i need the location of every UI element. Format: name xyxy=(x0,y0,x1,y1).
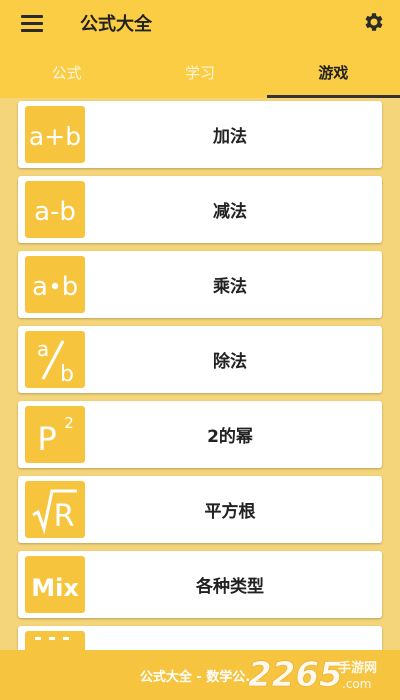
list-item-square-root[interactable]: R 平方根 xyxy=(18,476,382,543)
addition-icon: a+b xyxy=(25,106,85,163)
list-item-label: 乘法 xyxy=(213,277,247,297)
svg-text:.com: .com xyxy=(342,677,371,691)
power-icon: P 2 xyxy=(25,406,85,463)
tab-formulas[interactable]: 公式 xyxy=(0,46,133,98)
svg-text:a+b: a+b xyxy=(29,122,81,151)
watermark-logo: 2265 手游网 .com xyxy=(248,655,377,696)
tab-games[interactable]: 游戏 xyxy=(266,46,400,98)
svg-text:b: b xyxy=(60,362,74,387)
division-icon: a b xyxy=(25,331,85,388)
subtraction-icon: a-b xyxy=(25,181,85,238)
list-item-partial[interactable] xyxy=(18,626,382,650)
gear-icon[interactable] xyxy=(362,10,386,34)
svg-text:a: a xyxy=(37,337,49,361)
svg-text:R: R xyxy=(54,499,75,534)
square-root-icon: R xyxy=(25,481,85,538)
svg-text:Mix: Mix xyxy=(31,574,79,602)
menu-icon[interactable] xyxy=(10,0,54,46)
list-item-addition[interactable]: a+b 加法 xyxy=(18,101,382,168)
svg-text:a: a xyxy=(32,272,48,302)
list-item-multiplication[interactable]: a b 乘法 xyxy=(18,251,382,318)
list-item-label: 平方根 xyxy=(204,502,256,522)
list-item-label: 减法 xyxy=(213,202,247,222)
partial-item-icon xyxy=(25,631,85,650)
list-item-division[interactable]: a b 除法 xyxy=(18,326,382,393)
list-item-label: 各种类型 xyxy=(196,577,264,597)
tab-study[interactable]: 学习 xyxy=(133,46,266,98)
list-item-power[interactable]: P 2 2的幂 xyxy=(18,401,382,468)
list-item-label: 除法 xyxy=(213,352,247,372)
game-list: a+b 加法 a-b 减法 a b 乘法 a b 除法 P 2 2的幂 R 平方… xyxy=(0,98,400,650)
list-item-subtraction[interactable]: a-b 减法 xyxy=(18,176,382,243)
app-title: 公式大全 xyxy=(80,14,152,35)
svg-text:手游网: 手游网 xyxy=(338,660,377,676)
svg-text:2: 2 xyxy=(64,414,74,432)
list-item-label xyxy=(78,626,382,650)
app-bar: 公式大全 xyxy=(0,0,400,46)
list-item-mix[interactable]: Mix 各种类型 xyxy=(18,551,382,618)
svg-text:a-b: a-b xyxy=(34,197,76,227)
svg-text:b: b xyxy=(62,272,79,302)
tab-bar: 公式 学习 游戏 xyxy=(0,46,400,98)
mix-icon: Mix xyxy=(25,556,85,613)
list-item-label: 2的幂 xyxy=(207,427,253,447)
list-item-label: 加法 xyxy=(213,127,247,147)
svg-text:2265: 2265 xyxy=(248,655,343,695)
svg-text:P: P xyxy=(37,420,56,458)
multiplication-icon: a b xyxy=(25,256,85,313)
